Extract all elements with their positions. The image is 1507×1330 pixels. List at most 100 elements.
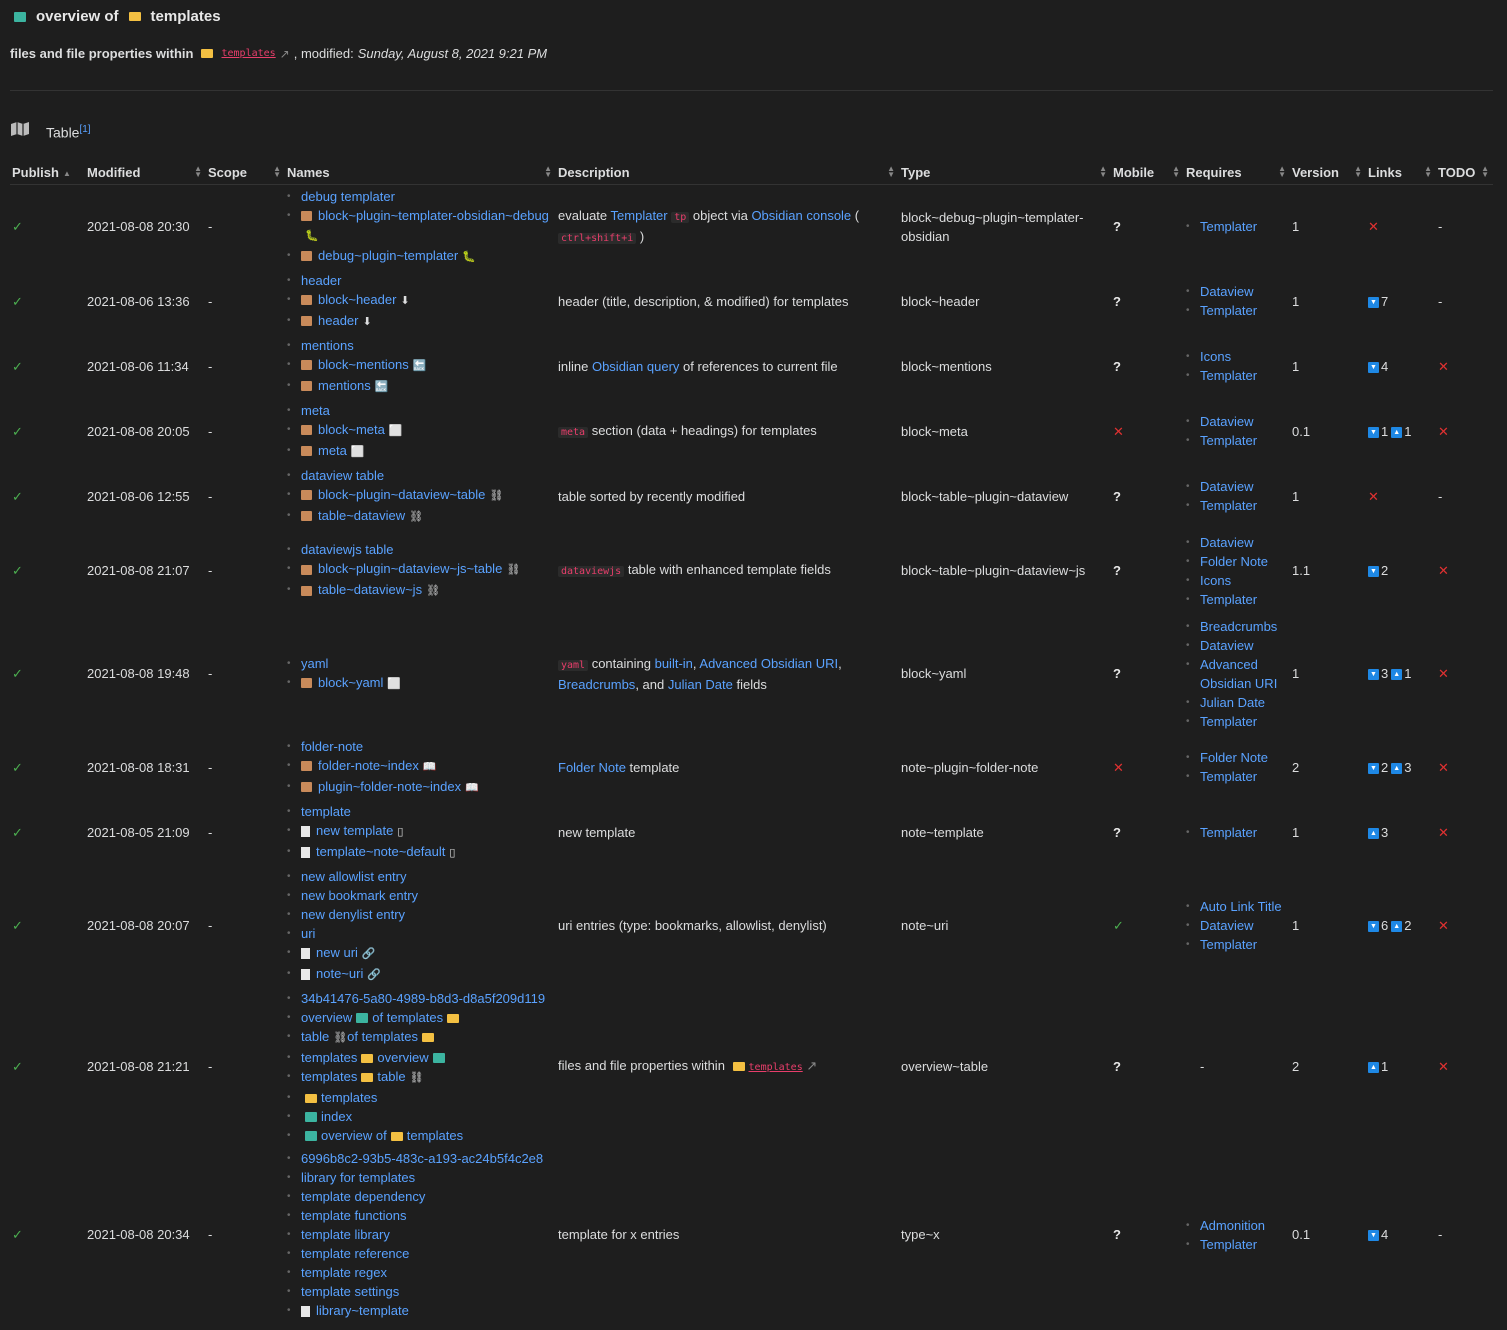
name-link[interactable]: index bbox=[321, 1109, 352, 1124]
requires-link[interactable]: Folder Note bbox=[1200, 554, 1268, 569]
name-link[interactable]: note~uri bbox=[316, 966, 363, 981]
name-link[interactable]: dataviewjs table bbox=[301, 542, 394, 557]
name-link[interactable]: yaml bbox=[301, 656, 328, 671]
name-link[interactable]: template settings bbox=[301, 1284, 399, 1299]
sort-arrows-icon[interactable]: ▲ ▼ bbox=[194, 165, 202, 179]
requires-link[interactable]: Templater bbox=[1200, 433, 1257, 448]
name-link[interactable]: debug~plugin~templater bbox=[318, 248, 458, 263]
requires-link[interactable]: Admonition bbox=[1200, 1218, 1265, 1233]
name-link[interactable]: template~note~default bbox=[316, 844, 445, 859]
name-link[interactable]: folder-note bbox=[301, 739, 363, 754]
name-link[interactable]: debug templater bbox=[301, 189, 395, 204]
name-link[interactable]: library~template bbox=[316, 1303, 409, 1318]
requires-link[interactable]: Dataview bbox=[1200, 479, 1253, 494]
name-link[interactable]: template reference bbox=[301, 1246, 409, 1261]
name-link[interactable]: templates bbox=[301, 1050, 357, 1065]
name-link[interactable]: template dependency bbox=[301, 1189, 425, 1204]
sort-arrows-icon[interactable]: ▲ bbox=[63, 169, 71, 178]
column-header-todo[interactable]: TODO ▲ ▼ bbox=[1436, 160, 1493, 185]
requires-link[interactable]: Dataview bbox=[1200, 414, 1253, 429]
requires-link[interactable]: Auto Link Title bbox=[1200, 899, 1282, 914]
name-link[interactable]: of templates bbox=[372, 1010, 443, 1025]
name-link[interactable]: new denylist entry bbox=[301, 907, 405, 922]
requires-link[interactable]: Dataview bbox=[1200, 284, 1253, 299]
templates-folder-link[interactable]: templates bbox=[749, 1062, 803, 1073]
name-link[interactable]: template regex bbox=[301, 1265, 387, 1280]
column-header-type[interactable]: Type ▲ ▼ bbox=[899, 160, 1111, 185]
requires-link[interactable]: Breadcrumbs bbox=[1200, 619, 1277, 634]
requires-link[interactable]: Templater bbox=[1200, 592, 1257, 607]
name-link[interactable]: block~plugin~dataview~js~table bbox=[318, 561, 502, 576]
name-link[interactable]: new template bbox=[316, 823, 393, 838]
requires-link[interactable]: Templater bbox=[1200, 219, 1257, 234]
requires-link[interactable]: Folder Note bbox=[1200, 750, 1268, 765]
sort-arrows-icon[interactable]: ▲ ▼ bbox=[1172, 165, 1180, 179]
name-link[interactable]: template functions bbox=[301, 1208, 407, 1223]
description-link[interactable]: Breadcrumbs bbox=[558, 677, 635, 692]
description-link[interactable]: Obsidian console bbox=[751, 208, 851, 223]
requires-link[interactable]: Templater bbox=[1200, 303, 1257, 318]
description-link[interactable]: built-in bbox=[655, 656, 693, 671]
name-link[interactable]: folder-note~index bbox=[318, 758, 419, 773]
column-header-names[interactable]: Names ▲ ▼ bbox=[285, 160, 556, 185]
name-link[interactable]: table~dataview bbox=[318, 508, 405, 523]
sort-arrows-icon[interactable]: ▲ ▼ bbox=[1354, 165, 1362, 179]
requires-link[interactable]: Templater bbox=[1200, 937, 1257, 952]
description-link[interactable]: Obsidian query bbox=[592, 359, 679, 374]
sort-arrows-icon[interactable]: ▲ ▼ bbox=[1424, 165, 1432, 179]
column-header-modified[interactable]: Modified ▲ ▼ bbox=[85, 160, 206, 185]
requires-link[interactable]: Templater bbox=[1200, 714, 1257, 729]
requires-link[interactable]: Dataview bbox=[1200, 918, 1253, 933]
description-link[interactable]: Folder Note bbox=[558, 760, 626, 775]
name-link[interactable]: block~meta bbox=[318, 422, 385, 437]
external-link-icon[interactable]: ↗ bbox=[803, 1058, 817, 1073]
name-link[interactable]: overview bbox=[377, 1050, 428, 1065]
name-link[interactable]: block~header bbox=[318, 292, 396, 307]
sort-arrows-icon[interactable]: ▲ ▼ bbox=[1481, 165, 1489, 179]
requires-link[interactable]: Templater bbox=[1200, 1237, 1257, 1252]
name-link[interactable]: block~plugin~templater-obsidian~debug bbox=[318, 208, 549, 223]
requires-link[interactable]: Templater bbox=[1200, 825, 1257, 840]
sort-arrows-icon[interactable]: ▲ ▼ bbox=[273, 165, 281, 179]
name-link[interactable]: new bookmark entry bbox=[301, 888, 418, 903]
name-link[interactable]: plugin~folder-note~index bbox=[318, 779, 461, 794]
name-link[interactable]: templates bbox=[407, 1128, 463, 1143]
requires-link[interactable]: Icons bbox=[1200, 349, 1231, 364]
requires-link[interactable]: Icons bbox=[1200, 573, 1231, 588]
column-header-requires[interactable]: Requires ▲ ▼ bbox=[1184, 160, 1290, 185]
name-link[interactable]: dataview table bbox=[301, 468, 384, 483]
name-link[interactable]: mentions bbox=[301, 338, 354, 353]
name-link[interactable]: overview bbox=[301, 1010, 352, 1025]
requires-link[interactable]: Julian Date bbox=[1200, 695, 1265, 710]
sort-arrows-icon[interactable]: ▲ ▼ bbox=[1099, 165, 1107, 179]
requires-link[interactable]: Templater bbox=[1200, 769, 1257, 784]
name-link[interactable]: block~plugin~dataview~table bbox=[318, 487, 485, 502]
column-header-version[interactable]: Version ▲ ▼ bbox=[1290, 160, 1366, 185]
column-header-mobile[interactable]: Mobile ▲ ▼ bbox=[1111, 160, 1184, 185]
description-link[interactable]: Julian Date bbox=[668, 677, 733, 692]
column-header-links[interactable]: Links ▲ ▼ bbox=[1366, 160, 1436, 185]
requires-link[interactable]: Dataview bbox=[1200, 638, 1253, 653]
name-link[interactable]: 6996b8c2-93b5-483c-a193-ac24b5f4c2e8 bbox=[301, 1151, 543, 1166]
requires-link[interactable]: Templater bbox=[1200, 368, 1257, 383]
description-link[interactable]: Advanced Obsidian URI bbox=[699, 656, 838, 671]
sort-arrows-icon[interactable]: ▲ ▼ bbox=[887, 165, 895, 179]
name-link[interactable]: new uri bbox=[316, 945, 358, 960]
external-link-icon[interactable]: ↗ bbox=[280, 47, 290, 61]
name-link[interactable]: header bbox=[318, 313, 358, 328]
name-link[interactable]: meta bbox=[318, 443, 347, 458]
name-link[interactable]: uri bbox=[301, 926, 315, 941]
name-link[interactable]: templates bbox=[321, 1090, 377, 1105]
requires-link[interactable]: Templater bbox=[1200, 498, 1257, 513]
column-header-publish[interactable]: Publish ▲ bbox=[10, 160, 85, 185]
sort-arrows-icon[interactable]: ▲ ▼ bbox=[544, 165, 552, 179]
requires-link[interactable]: Advanced Obsidian URI bbox=[1200, 657, 1277, 691]
name-link[interactable]: overview of bbox=[321, 1128, 387, 1143]
name-link[interactable]: template bbox=[301, 804, 351, 819]
name-link[interactable]: table~dataview~js bbox=[318, 582, 422, 597]
footnote-link[interactable]: [1] bbox=[79, 124, 90, 135]
templates-folder-link[interactable]: templates bbox=[221, 48, 275, 59]
description-link[interactable]: Templater bbox=[611, 208, 668, 223]
name-link[interactable]: table bbox=[301, 1029, 329, 1044]
name-link[interactable]: block~yaml bbox=[318, 675, 383, 690]
